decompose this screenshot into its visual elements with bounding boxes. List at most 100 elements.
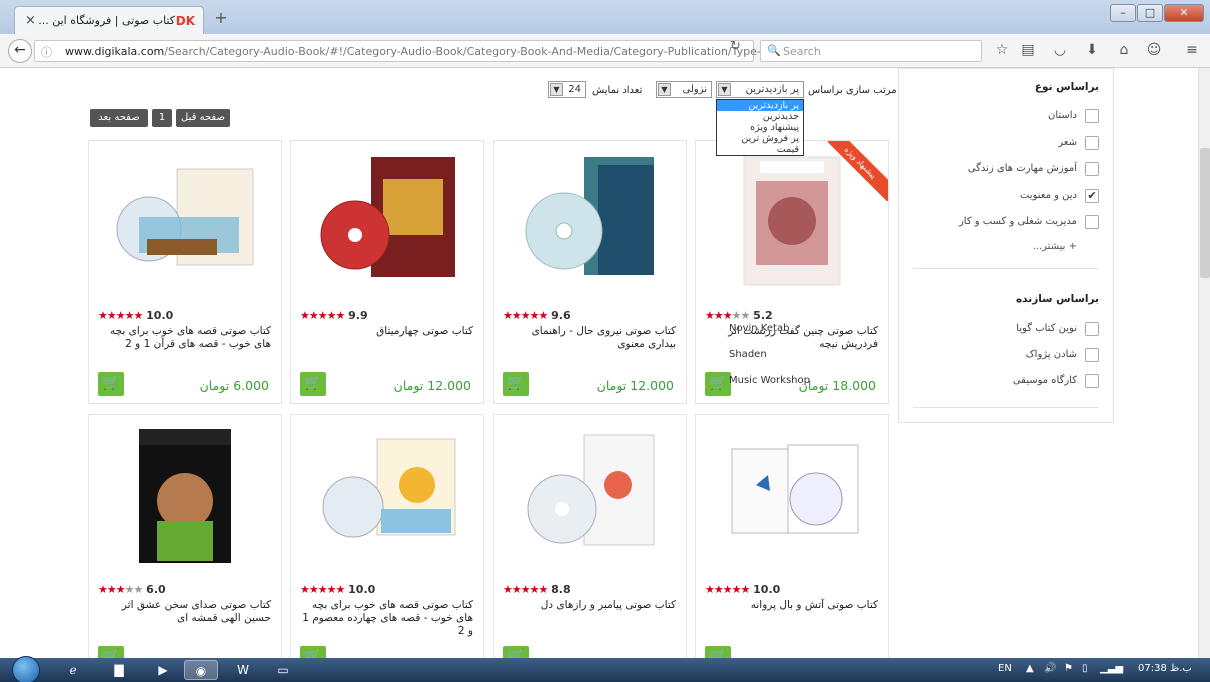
filter-checkbox-item[interactable]: ✔ دین و معنویت — [919, 189, 1099, 205]
sort-option[interactable]: پر بازدیدترین — [717, 100, 803, 111]
search-icon: 🔍 — [767, 44, 781, 57]
explorer-icon[interactable]: ▇ — [102, 660, 136, 680]
filter-checkbox-item[interactable]: شادن پژواک Shaden — [729, 348, 1099, 364]
product-name[interactable]: کتاب صوتی پیامبر و رازهای دل — [501, 599, 676, 612]
reading-list-icon[interactable]: ▤ — [1018, 42, 1038, 58]
product-card[interactable]: ★★★★★ 6.0 کتاب صوتی صدای سخن عشق اثر حسی… — [88, 414, 282, 658]
sort-select[interactable]: پر بازدیدترین ▼ — [716, 81, 804, 98]
close-window-button[interactable]: ✕ — [1164, 4, 1204, 22]
rating-stars-icon: ★★★★★ — [300, 583, 345, 596]
checkbox[interactable] — [1085, 374, 1099, 388]
product-name[interactable]: کتاب صوتی قصه های خوب برای بچه های خوب -… — [298, 599, 473, 638]
close-tab-icon[interactable]: × — [25, 13, 36, 28]
filter-checkbox-item[interactable]: کارگاه موسیقی Music Workshop — [729, 374, 1099, 390]
sort-option[interactable]: پر فروش ترین — [717, 133, 803, 144]
add-to-cart-icon[interactable]: 🛒 — [300, 372, 326, 396]
product-name[interactable]: کتاب صوتی صدای سخن عشق اثر حسین الهی قمش… — [96, 599, 271, 625]
search-input[interactable]: 🔍 Search — [760, 40, 982, 62]
order-select[interactable]: نزولی ▼ — [656, 81, 712, 98]
add-to-cart-icon[interactable]: 🛒 — [503, 646, 529, 658]
product-image[interactable] — [109, 151, 261, 291]
next-page-button[interactable]: صفحه بعد — [90, 109, 148, 127]
page-scrollbar[interactable] — [1198, 68, 1210, 658]
bookmark-star-icon[interactable]: ☆ — [992, 42, 1012, 58]
show-more-link[interactable]: + بیشتر... — [1033, 241, 1077, 252]
app-window-icon[interactable]: ▭ — [266, 660, 300, 680]
browser-tab[interactable]: DK کتاب صوتی | فروشگاه این ... × — [14, 6, 204, 34]
ie-icon[interactable]: ℯ — [56, 660, 90, 680]
product-image[interactable] — [514, 425, 666, 565]
checkbox[interactable] — [1085, 215, 1099, 229]
filter-checkbox-item[interactable]: شعر — [919, 136, 1099, 152]
clock[interactable]: 07:38 ب.ظ — [1138, 663, 1192, 674]
new-tab-button[interactable]: + — [212, 10, 230, 28]
back-button[interactable]: ← — [8, 39, 32, 63]
minimize-button[interactable]: – — [1110, 4, 1136, 22]
add-to-cart-icon[interactable]: 🛒 — [300, 646, 326, 658]
product-name[interactable]: کتاب صوتی قصه های خوب برای بچه های خوب -… — [96, 325, 271, 351]
filter-checkbox-item[interactable]: نوین کتاب گویا Novin Ketab — [729, 322, 1099, 338]
filter-label-en: Music Workshop — [729, 375, 810, 386]
search-placeholder: Search — [783, 45, 821, 58]
product-image[interactable] — [716, 425, 868, 565]
add-to-cart-icon[interactable]: 🛒 — [503, 372, 529, 396]
product-name[interactable]: کتاب صوتی چهارمیثاق — [298, 325, 473, 338]
action-center-icon[interactable]: ⚑ — [1064, 663, 1073, 674]
product-card[interactable]: ★★★★★ 10.0 کتاب صوتی قصه های خوب برای بچ… — [88, 140, 282, 404]
pocket-icon[interactable]: ◡ — [1050, 42, 1070, 58]
checkbox-checked[interactable]: ✔ — [1085, 189, 1099, 203]
product-image[interactable] — [311, 425, 463, 565]
info-icon[interactable]: ⓘ — [41, 44, 52, 60]
prev-page-button[interactable]: صفحه قبل — [176, 109, 230, 127]
checkbox[interactable] — [1085, 322, 1099, 336]
product-image[interactable] — [514, 151, 666, 291]
sort-option[interactable]: قیمت — [717, 144, 803, 155]
firefox-icon[interactable]: ◉ — [184, 660, 218, 680]
download-icon[interactable]: ⬇ — [1082, 42, 1102, 58]
media-player-icon[interactable]: ▶ — [146, 660, 180, 680]
battery-icon[interactable]: ▯ — [1082, 663, 1088, 674]
product-image[interactable] — [311, 151, 463, 291]
filter-checkbox-item[interactable]: آموزش مهارت های زندگی — [919, 162, 1099, 178]
add-to-cart-icon[interactable]: 🛒 — [705, 646, 731, 658]
network-icon[interactable]: ▁▃▅ — [1100, 663, 1123, 674]
product-card[interactable]: ★★★★★ 9.9 کتاب صوتی چهارمیثاق 12.000 توم… — [290, 140, 484, 404]
checkbox[interactable] — [1085, 162, 1099, 176]
add-to-cart-icon[interactable]: 🛒 — [98, 646, 124, 658]
product-name[interactable]: کتاب صوتی نیروی حال - راهنمای بیداری معن… — [501, 325, 676, 351]
sort-option[interactable]: پیشنهاد ویژه — [717, 122, 803, 133]
checkbox[interactable] — [1085, 348, 1099, 362]
scrollbar-thumb[interactable] — [1200, 148, 1210, 278]
product-card[interactable]: پیشنهاد ویژه ★★★★★ 5.2 کتاب صوتی چنین گف… — [695, 140, 889, 404]
product-image[interactable] — [109, 425, 261, 565]
add-to-cart-icon[interactable]: 🛒 — [705, 372, 731, 396]
product-card[interactable]: ★★★★★ 8.8 کتاب صوتی پیامبر و رازهای دل 🛒 — [493, 414, 687, 658]
checkbox[interactable] — [1085, 136, 1099, 150]
filter-label: شعر — [1058, 137, 1077, 148]
product-name[interactable]: کتاب صوتی آتش و بال پروانه — [703, 599, 878, 612]
product-card[interactable]: ★★★★★ 10.0 کتاب صوتی قصه های خوب برای بچ… — [290, 414, 484, 658]
start-button[interactable] — [12, 656, 40, 682]
word-icon[interactable]: W — [226, 660, 260, 680]
filter-checkbox-item[interactable]: داستان — [919, 109, 1099, 125]
address-bar[interactable]: ⓘ www.digikala.com/Search/Category-Audio… — [34, 40, 782, 62]
menu-icon[interactable]: ≡ — [1182, 42, 1202, 58]
product-card[interactable]: ★★★★★ 9.6 کتاب صوتی نیروی حال - راهنمای … — [493, 140, 687, 404]
chat-icon[interactable]: ☺ — [1144, 42, 1164, 58]
add-to-cart-icon[interactable]: 🛒 — [98, 372, 124, 396]
home-icon[interactable]: ⌂ — [1114, 42, 1134, 58]
rating-value: 10.0 — [348, 583, 376, 596]
tray-arrow-icon[interactable]: ▲ — [1026, 663, 1034, 674]
product-card[interactable]: ★★★★★ 10.0 کتاب صوتی آتش و بال پروانه 🛒 — [695, 414, 889, 658]
page-number-button[interactable]: 1 — [152, 109, 172, 127]
count-select[interactable]: 24 ▼ — [548, 81, 586, 98]
filter-checkbox-item[interactable]: مدیریت شغلی و کسب و کار — [919, 215, 1099, 231]
volume-icon[interactable]: 🔊 — [1044, 663, 1056, 674]
checkbox[interactable] — [1085, 109, 1099, 123]
sort-option[interactable]: جدیدترین — [717, 111, 803, 122]
language-indicator[interactable]: EN — [998, 663, 1012, 674]
divider — [913, 268, 1099, 269]
reload-icon[interactable]: ↻ — [730, 39, 748, 54]
sort-dropdown-list[interactable]: پر بازدیدترین جدیدترین پیشنهاد ویژه پر ف… — [716, 99, 804, 156]
maximize-button[interactable]: □ — [1137, 4, 1163, 22]
